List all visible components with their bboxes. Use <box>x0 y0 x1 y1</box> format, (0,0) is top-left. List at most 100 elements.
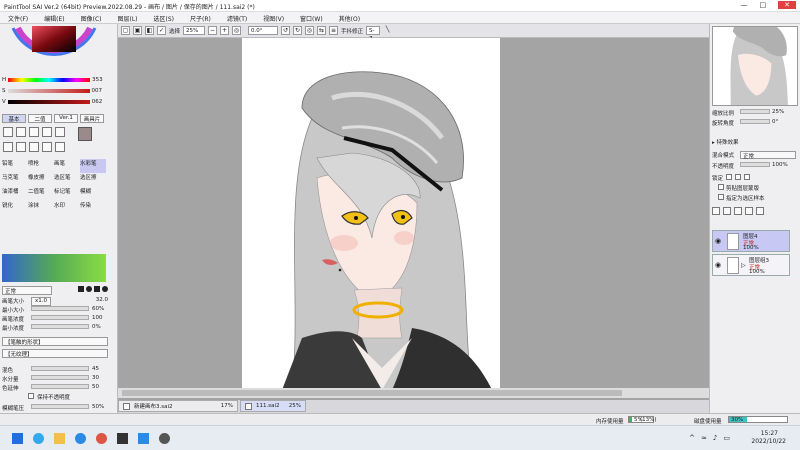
tool-smudge[interactable]: 涂抹 <box>28 201 54 215</box>
selection-source-checkbox[interactable] <box>718 194 724 200</box>
menu-window[interactable]: 窗口(W) <box>292 12 331 23</box>
wifi-icon[interactable]: ≈ <box>701 434 707 442</box>
nav-zoom-slider[interactable] <box>740 109 770 114</box>
keep-opacity-checkbox[interactable] <box>28 393 34 399</box>
doc-tab-2[interactable]: 111.sai2 25% <box>240 400 306 412</box>
battery-icon[interactable]: ▭ <box>723 434 730 442</box>
tab-brush-set[interactable]: 画具片 <box>80 114 104 123</box>
nav-angle-slider[interactable] <box>740 119 770 124</box>
zoom-icon[interactable] <box>16 142 26 152</box>
angle-field[interactable]: 0.0° <box>248 26 279 35</box>
tool-watermark[interactable]: 水印 <box>54 201 80 215</box>
minimize-button[interactable]: — <box>741 1 748 9</box>
maximize-button[interactable]: □ <box>760 1 767 9</box>
layer-row[interactable]: ◉ ▷ 图层组3 正常 100% <box>712 254 790 276</box>
layer-row[interactable]: ◉ 图层4 正常 100% <box>712 230 790 252</box>
tool-airbrush[interactable]: 喷枪 <box>28 159 54 173</box>
brush-tip-shapes[interactable] <box>78 286 108 295</box>
menu-view[interactable]: 视图(V) <box>255 12 292 23</box>
text-tool-icon[interactable] <box>55 127 65 137</box>
clock-time[interactable]: 15:27 <box>761 430 778 437</box>
blend-slider[interactable] <box>31 366 89 371</box>
tool-eraser[interactable]: 橡皮擦 <box>28 173 54 187</box>
delete-layer-icon[interactable] <box>756 207 764 215</box>
brush-shape-select[interactable]: 【笔触的形状】 <box>2 337 108 346</box>
zoom-field[interactable]: 25% <box>183 26 206 35</box>
magic-wand-icon[interactable] <box>29 127 39 137</box>
chevron-up-icon[interactable]: ^ <box>689 434 695 442</box>
merge-layer-icon[interactable] <box>745 207 753 215</box>
widget-icon[interactable] <box>33 433 44 444</box>
tool-infect[interactable]: 传染 <box>80 201 106 215</box>
close-button[interactable]: ✕ <box>778 1 796 9</box>
app-icon[interactable] <box>138 433 149 444</box>
menu-selection[interactable]: 选区(S) <box>146 12 183 23</box>
tool-sharpen[interactable]: 锐化 <box>2 201 28 215</box>
menu-ruler[interactable]: 尺子(R) <box>182 12 219 23</box>
menu-file[interactable]: 文件(F) <box>0 12 36 23</box>
tool-marker[interactable]: 马克笔 <box>2 173 28 187</box>
hand-icon[interactable] <box>42 142 52 152</box>
new-icon[interactable]: ▢ <box>121 26 130 35</box>
browser-icon[interactable] <box>75 433 86 444</box>
tool-mark-pen[interactable]: 标记笔 <box>54 187 80 201</box>
rect-select-icon[interactable] <box>3 127 13 137</box>
persist-slider[interactable] <box>31 384 89 389</box>
blend-mode-select[interactable]: 正常 <box>740 151 796 160</box>
horizontal-scrollbar[interactable] <box>118 388 709 398</box>
lock-alpha-icon[interactable] <box>744 174 751 180</box>
canvas[interactable] <box>242 38 500 390</box>
tool-pencil[interactable]: 铅笔 <box>2 159 28 173</box>
tool-watercolor[interactable]: 水彩笔 <box>80 159 106 173</box>
clock-date[interactable]: 2022/10/22 <box>751 438 786 445</box>
speaker-icon[interactable]: ♪ <box>713 434 717 442</box>
rotate-reset-icon[interactable]: ◎ <box>305 26 315 35</box>
paint-app-icon[interactable] <box>96 433 107 444</box>
min-density-slider[interactable] <box>31 324 89 329</box>
zoom-in-icon[interactable]: + <box>220 26 230 35</box>
deselect-icon[interactable]: ▣ <box>133 26 142 35</box>
move-icon[interactable] <box>3 142 13 152</box>
blur-slider[interactable] <box>31 404 89 409</box>
pressure-icon[interactable]: ≡ <box>329 26 339 35</box>
tool-brush[interactable]: 画笔 <box>54 159 80 173</box>
lock-position-icon[interactable] <box>735 174 742 180</box>
pipette-icon[interactable] <box>55 142 65 152</box>
menu-layer[interactable]: 图层(L) <box>110 12 146 23</box>
brush-size-mult[interactable]: x1.0 <box>31 297 51 306</box>
menu-canvas[interactable]: 图像(C) <box>73 12 110 23</box>
lasso-icon[interactable] <box>16 127 26 137</box>
min-size-slider[interactable] <box>31 306 89 311</box>
folder-icon[interactable] <box>54 433 65 444</box>
tool-bucket[interactable]: 油漆桶 <box>2 187 28 201</box>
texture-select[interactable]: 【无纹理】 <box>2 349 108 358</box>
copy-layer-icon[interactable] <box>734 207 742 215</box>
brush-mode-select[interactable]: 正常 <box>2 286 52 295</box>
tool-blur[interactable]: 模糊 <box>80 187 106 201</box>
stabilizer-field[interactable]: S-7 <box>366 26 381 42</box>
tool-select-pen[interactable]: 选区笔 <box>54 173 80 187</box>
effects-toggle[interactable]: ▸ 特殊效果 <box>712 138 739 146</box>
navigator-preview[interactable] <box>712 26 798 106</box>
eye-icon[interactable]: ◉ <box>715 261 721 269</box>
app-icon[interactable] <box>117 433 128 444</box>
opacity-slider[interactable] <box>740 162 770 167</box>
rotate-right-icon[interactable]: ↻ <box>293 26 303 35</box>
invert-select-icon[interactable]: ◧ <box>145 26 154 35</box>
flip-icon[interactable]: ⇆ <box>317 26 327 35</box>
doc-tab-1[interactable]: 新建画布3.sai2 17% <box>118 400 238 412</box>
color-mixer[interactable] <box>2 254 106 282</box>
clip-checkbox[interactable] <box>718 184 724 190</box>
eyedropper-icon[interactable] <box>42 127 52 137</box>
menu-filter[interactable]: 滤镜(T) <box>219 12 255 23</box>
eye-icon[interactable]: ◉ <box>715 237 721 245</box>
line-tool-icon[interactable]: ╲ <box>383 26 392 35</box>
tab-basic[interactable]: 基本 <box>2 114 26 123</box>
select-toggle-checkbox[interactable]: ✓ <box>157 26 166 35</box>
new-folder-icon[interactable] <box>723 207 731 215</box>
tab-binary[interactable]: 二值 <box>28 114 52 123</box>
tab-ver1[interactable]: Ver.1 <box>54 114 78 123</box>
rotate-left-icon[interactable]: ↺ <box>281 26 291 35</box>
menu-other[interactable]: 其他(O) <box>331 12 368 23</box>
app-icon[interactable] <box>159 433 170 444</box>
